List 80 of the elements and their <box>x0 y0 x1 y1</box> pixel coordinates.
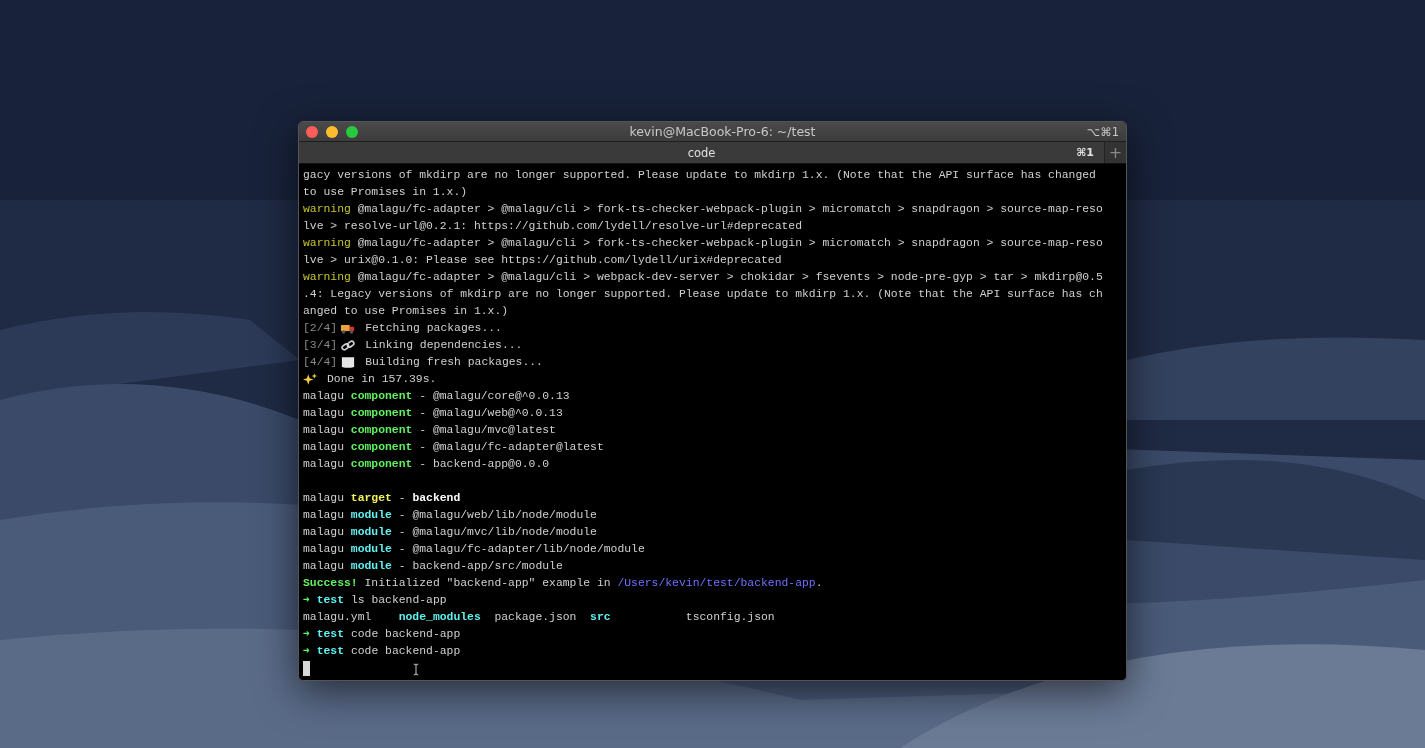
terminal-text: malagu <box>303 525 345 540</box>
terminal-text: malagu <box>303 457 345 472</box>
chain-link-icon <box>341 339 356 352</box>
highlight-text: Success! <box>303 576 358 591</box>
terminal-text: malagu <box>303 491 345 506</box>
i-beam-cursor-icon <box>413 663 419 676</box>
terminal-text: .4: Legacy versions of mkdirp are no longer supported. Please update to mkdirp 1.x. (Note that the API surface has ch <box>303 287 1103 302</box>
tab[interactable]: code ⌘1 <box>299 142 1104 163</box>
page-icon <box>341 356 356 369</box>
terminal-text: gacy versions of mkdirp are no longer supported. Please update to mkdirp 1.x. (Note that the API surface has changed <box>303 168 1096 183</box>
terminal-text: malagu <box>303 542 345 557</box>
terminal-text: ls backend-app <box>349 593 447 608</box>
terminal-text: lve > resolve-url@0.2.1: https://github.com/lydell/resolve-url#deprecated <box>303 219 802 234</box>
window-shortcut: ⌥⌘1 <box>1086 124 1119 139</box>
terminal-text: tsconfig.json <box>684 610 775 625</box>
terminal-text: Fetching packages... <box>365 321 502 336</box>
terminal-text: code backend-app <box>349 627 461 642</box>
terminal-text: Initialized "backend-app" example in <box>363 576 612 591</box>
terminal-text: malagu <box>303 406 345 421</box>
terminal-text: - @malagu/web/lib/node/module <box>397 508 597 523</box>
highlight-text: component <box>350 457 413 472</box>
highlight-text: component <box>350 440 413 455</box>
highlight-text: component <box>350 389 413 404</box>
highlight-text: module <box>350 542 392 557</box>
window-title: kevin@MacBook-Pro-6: ~/test <box>628 124 817 140</box>
sparkles-icon <box>303 373 317 386</box>
terminal-text: anged to use Promises in 1.x.) <box>303 304 509 319</box>
highlight-text: test <box>315 644 345 659</box>
close-button[interactable] <box>306 125 318 138</box>
terminal-text: malagu <box>303 559 345 574</box>
highlight-text: target <box>350 491 392 506</box>
terminal-text: malagu <box>303 440 345 455</box>
step-counter: [2/4] <box>303 321 338 336</box>
terminal-text: - @malagu/mvc@latest <box>418 423 556 438</box>
terminal-text: - @malagu/web@^0.0.13 <box>418 406 563 421</box>
minimize-button[interactable] <box>326 125 338 138</box>
terminal-text: lve > urix@0.1.0: Please see https://github.com/lydell/urix#deprecated <box>303 253 782 268</box>
highlight-text: node_modules <box>397 610 481 625</box>
highlight-text: ➜ <box>303 644 310 659</box>
terminal-text: @malagu/fc-adapter > @malagu/cli > fork-ts-checker-webpack-plugin > micromatch > snapdragon > source-map-reso <box>356 202 1103 217</box>
highlight-text: component <box>350 423 413 438</box>
new-tab-button[interactable]: + <box>1104 142 1126 163</box>
highlight-text: ➜ <box>303 627 310 642</box>
terminal-text: package.json <box>493 610 577 625</box>
highlight-text: module <box>350 559 392 574</box>
terminal-text: to use Promises in 1.x.) <box>303 185 468 200</box>
terminal-text: Done in 157.39s. <box>327 372 437 387</box>
step-counter: [4/4] <box>303 355 338 370</box>
highlight-text: test <box>315 627 345 642</box>
truck-icon <box>341 322 356 335</box>
terminal-text: @malagu/fc-adapter > @malagu/cli > fork-ts-checker-webpack-plugin > micromatch > snapdragon > source-map-reso <box>356 236 1103 251</box>
terminal-text: - backend-app/src/module <box>397 559 563 574</box>
terminal-text: malagu <box>303 508 345 523</box>
warning-label: warning <box>303 270 351 285</box>
text-cursor <box>303 661 310 676</box>
terminal-text: code backend-app <box>349 644 461 659</box>
highlight-text: ➜ <box>303 593 310 608</box>
terminal-text: malagu <box>303 389 345 404</box>
step-counter: [3/4] <box>303 338 338 353</box>
terminal-text: Linking dependencies... <box>365 338 523 353</box>
terminal-text: malagu <box>303 423 345 438</box>
terminal-text: malagu.yml <box>303 610 372 625</box>
highlight-text: module <box>350 508 392 523</box>
terminal-text: - @malagu/mvc/lib/node/module <box>397 525 597 540</box>
terminal-text: Building fresh packages... <box>365 355 543 370</box>
warning-label: warning <box>303 236 351 251</box>
highlight-text: component <box>350 406 413 421</box>
warning-label: warning <box>303 202 351 217</box>
terminal-text: - @malagu/core@^0.0.13 <box>418 389 570 404</box>
terminal-text: - @malagu/fc-adapter@latest <box>418 440 604 455</box>
terminal-text: - <box>397 491 407 506</box>
terminal-text: @malagu/fc-adapter > @malagu/cli > webpack-dev-server > chokidar > fsevents > node-pre-gyp > tar > mkdirp@0.5 <box>356 270 1103 285</box>
highlight-text: backend <box>412 491 461 506</box>
terminal-text: - @malagu/fc-adapter/lib/node/module <box>397 542 645 557</box>
highlight-text: module <box>350 525 392 540</box>
terminal-text: . <box>815 576 823 591</box>
highlight-text: src <box>589 610 611 625</box>
zoom-button[interactable] <box>346 125 358 138</box>
highlight-text: test <box>315 593 345 608</box>
terminal-text: - backend-app@0.0.0 <box>418 457 550 472</box>
